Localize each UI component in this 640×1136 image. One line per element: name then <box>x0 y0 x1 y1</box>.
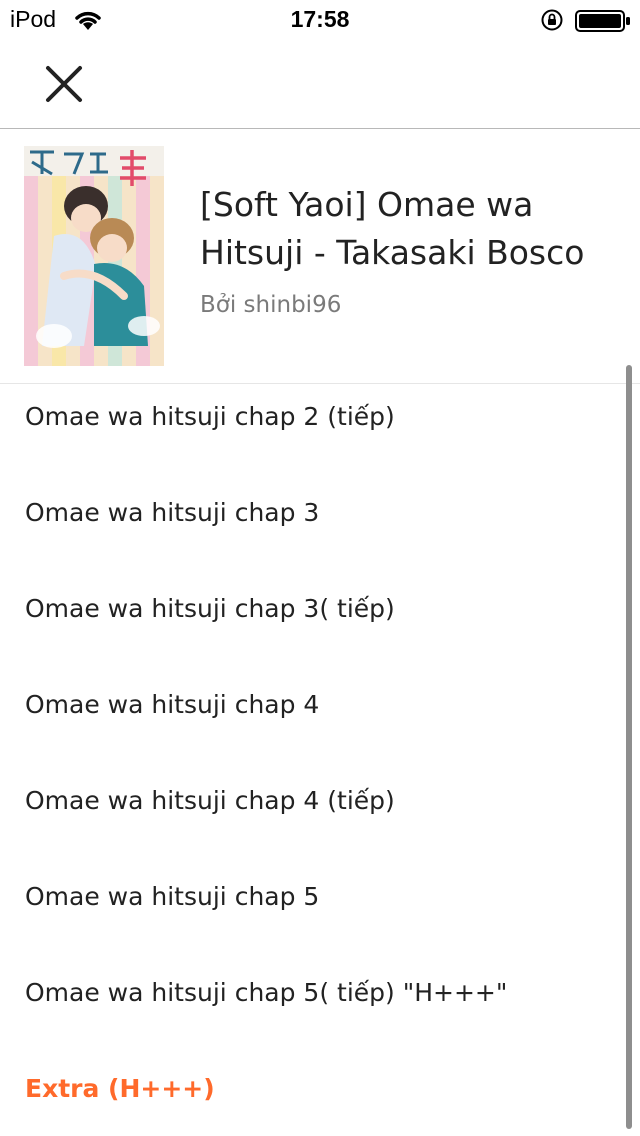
story-author[interactable]: Bởi shinbi96 <box>200 292 341 318</box>
screen: iPod 17:58 [Soft Yaoi] Omae wa Hitsuji -… <box>0 0 640 1136</box>
chapter-item[interactable]: Omae wa hitsuji chap 3 <box>25 483 605 543</box>
chapter-item[interactable]: Omae wa hitsuji chap 3( tiếp) <box>25 579 605 639</box>
story-header: [Soft Yaoi] Omae wa Hitsuji - Takasaki B… <box>0 129 640 384</box>
close-icon <box>46 66 82 102</box>
chapter-item[interactable]: Omae wa hitsuji chap 4 (tiếp) <box>25 771 605 831</box>
chapter-item[interactable]: Omae wa hitsuji chap 2 (tiếp) <box>25 387 605 447</box>
cover-illustration <box>24 146 164 366</box>
chapter-item-current[interactable]: Extra (H+++) <box>25 1059 605 1119</box>
chapter-list: Omae wa hitsuji chap 2 (tiếp) Omae wa hi… <box>0 384 640 1136</box>
close-button[interactable] <box>36 60 92 108</box>
nav-bar <box>0 40 640 129</box>
battery-icon <box>575 10 630 32</box>
chapter-item[interactable]: Omae wa hitsuji chap 4 <box>25 675 605 735</box>
story-cover-image[interactable] <box>24 146 164 366</box>
story-title: [Soft Yaoi] Omae wa Hitsuji - Takasaki B… <box>200 185 585 272</box>
orientation-lock-icon <box>541 9 563 31</box>
status-bar: iPod 17:58 <box>0 0 640 40</box>
chapter-item[interactable]: Omae wa hitsuji chap 5 <box>25 867 605 927</box>
scrollbar[interactable] <box>626 365 632 1129</box>
chapter-item[interactable]: Omae wa hitsuji chap 5( tiếp) "H+++" <box>25 963 605 1023</box>
